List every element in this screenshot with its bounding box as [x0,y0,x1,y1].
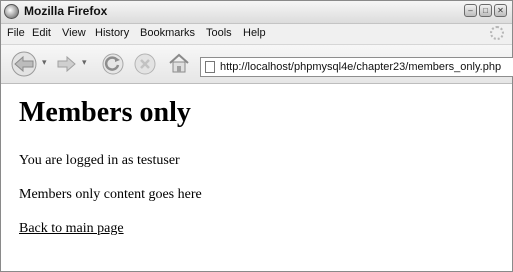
reload-icon[interactable] [102,53,124,75]
back-to-main-link[interactable]: Back to main page [19,221,124,237]
url-text[interactable]: http://localhost/phpmysql4e/chapter23/me… [220,61,501,73]
home-icon[interactable] [167,52,191,74]
firefox-icon [4,4,19,19]
maximize-button[interactable]: □ [479,4,492,17]
menu-history[interactable]: History [95,27,129,39]
page-heading: Members only [19,97,191,128]
forward-arrow-icon[interactable] [55,54,79,74]
menu-file[interactable]: File [7,27,25,39]
back-dropdown-icon[interactable]: ▾ [42,57,47,68]
menu-edit[interactable]: Edit [32,27,51,39]
menu-help[interactable]: Help [243,27,266,39]
back-arrow-icon[interactable] [9,51,39,77]
forward-dropdown-icon[interactable]: ▾ [82,57,87,68]
browser-window: Mozilla Firefox – □ ✕ File Edit View His… [0,0,513,272]
throbber-icon [490,26,504,40]
logged-in-text: You are logged in as testuser [19,153,180,168]
menu-view[interactable]: View [62,27,86,39]
menu-tools[interactable]: Tools [206,27,232,39]
url-bar[interactable]: http://localhost/phpmysql4e/chapter23/me… [200,57,513,77]
page-content: Members only You are logged in as testus… [1,84,512,271]
members-content-text: Members only content goes here [19,187,202,202]
menu-bookmarks[interactable]: Bookmarks [140,27,195,39]
close-button[interactable]: ✕ [494,4,507,17]
page-icon [205,61,215,73]
stop-icon[interactable] [134,53,156,75]
minimize-button[interactable]: – [464,4,477,17]
title-bar: Mozilla Firefox – □ ✕ [1,1,512,24]
navigation-toolbar: ▾ ▾ http://localhost/phpmysql4e/chapter2… [1,45,513,84]
menu-bar: File Edit View History Bookmarks Tools H… [1,24,512,45]
window-title: Mozilla Firefox [24,4,108,18]
